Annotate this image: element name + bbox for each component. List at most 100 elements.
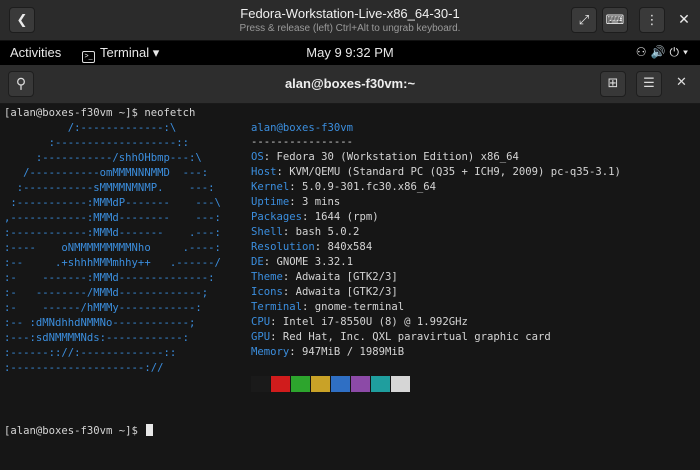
terminal-close-button[interactable]: ✕ [676, 75, 687, 90]
app-menu-label: Terminal ▾ [100, 45, 160, 60]
logo-line: :- ------/hMMMy------------: [4, 302, 202, 314]
info-value: 840x584 [327, 241, 373, 253]
hamburger-icon: ☰ [643, 76, 655, 91]
logo-line: :---------------------:// [4, 362, 164, 374]
logo-line: :-----------/shhOHbmp---:\ [4, 152, 202, 164]
info-row: Resolution: 840x584 [251, 241, 373, 253]
info-row: Uptime: 3 mins [251, 196, 341, 208]
info-key: DE [251, 256, 264, 268]
prompt: [alan@boxes-f30vm ~]$ [4, 107, 145, 119]
info-key: GPU [251, 331, 271, 343]
info-row: Shell: bash 5.0.2 [251, 226, 360, 238]
info-value: 1644 (rpm) [314, 211, 379, 223]
clock[interactable]: May 9 9:32 PM [306, 45, 393, 60]
info-row: Kernel: 5.0.9-301.fc30.x86_64 [251, 181, 436, 193]
info-key: Terminal [251, 301, 303, 313]
system-tray[interactable]: ⚇🔊⏻▾ [636, 45, 692, 60]
terminal-output[interactable]: [alan@boxes-f30vm ~]$ neofetch /:-------… [0, 104, 700, 470]
info-row: Theme: Adwaita [GTK2/3] [251, 271, 398, 283]
info-value: KVM/QEMU (Standard PC (Q35 + ICH9, 2009)… [289, 166, 621, 178]
prompt-line-2: [alan@boxes-f30vm ~]$ [4, 424, 154, 438]
ungrab-hint: Press & release (left) Ctrl+Alt to ungra… [239, 23, 461, 34]
logo-line: :---- oNMMMMMMMMMNho .----: [4, 242, 221, 254]
prompt-2: [alan@boxes-f30vm ~]$ [4, 425, 145, 437]
chevron-down-icon: ▾ [682, 45, 692, 59]
info-key: Host [251, 166, 277, 178]
hamburger-menu-button[interactable]: ☰ [636, 71, 662, 97]
kebab-menu-icon: ⋮ [645, 13, 659, 28]
info-row: Host: KVM/QEMU (Standard PC (Q35 + ICH9,… [251, 166, 621, 178]
logo-line: :-----------sMMMMNMNMP. ---: [4, 182, 215, 194]
info-row: Terminal: gnome-terminal [251, 301, 405, 313]
info-value: 5.0.9-301.fc30.x86_64 [302, 181, 436, 193]
info-value: bash 5.0.2 [295, 226, 360, 238]
info-key: OS [251, 151, 264, 163]
network-icon: ⚇ [635, 45, 651, 59]
search-button[interactable]: ⚲ [8, 71, 34, 97]
terminal-icon: >_ [82, 51, 95, 63]
logo-line: :-------------------:: [4, 137, 189, 149]
info-key: Shell [251, 226, 283, 238]
prompt-line: [alan@boxes-f30vm ~]$ neofetch [4, 106, 195, 120]
terminal-title: alan@boxes-f30vm:~ [284, 76, 416, 91]
info-key: CPU [251, 316, 271, 328]
logo-line: :- --------/MMMd-------------; [4, 287, 209, 299]
info-key: Resolution [251, 241, 315, 253]
keyboard-icon: ⌨ [605, 13, 625, 28]
info-key: Theme [251, 271, 283, 283]
volume-icon: 🔊 [650, 45, 670, 59]
new-tab-button[interactable]: ⊞ [600, 71, 626, 97]
info-value: Adwaita [GTK2/3] [295, 286, 398, 298]
palette-swatch [391, 376, 410, 392]
back-button[interactable]: ❮ [9, 7, 35, 33]
fullscreen-button[interactable]: ⤢ [571, 7, 597, 33]
logo-line: :- -------:MMMd--------------: [4, 272, 215, 284]
info-key: Kernel [251, 181, 290, 193]
info-row: Memory: 947MiB / 1989MiB [251, 346, 405, 358]
palette-swatch [351, 376, 370, 392]
vm-menu-button[interactable]: ⋮ [639, 7, 665, 33]
info-value: Fedora 30 (Workstation Edition) x86_64 [276, 151, 519, 163]
logo-line: :-----------:MMMdP------- ---\ [4, 197, 221, 209]
logo-line: :------:://:-------------:: [4, 347, 177, 359]
palette-swatch [331, 376, 350, 392]
info-row: DE: GNOME 3.32.1 [251, 256, 354, 268]
logo-line: ,------------:MMMd-------- ---: [4, 212, 221, 224]
logo-line: :-- .+shhhMMMmhhy++ .------/ [4, 257, 221, 269]
info-value: Intel i7-8550U (8) @ 1.992GHz [282, 316, 468, 328]
info-row: GPU: Red Hat, Inc. QXL paravirtual graph… [251, 331, 551, 343]
close-window-button[interactable]: ✕ [675, 7, 693, 33]
app-menu[interactable]: >_ Terminal ▾ [82, 45, 159, 63]
info-value: 3 mins [302, 196, 341, 208]
activities-button[interactable]: Activities [10, 45, 61, 60]
info-key: Packages [251, 211, 303, 223]
new-tab-icon: ⊞ [607, 76, 619, 91]
logo-line: /:-------------:\ [4, 122, 177, 134]
palette-swatch [251, 376, 270, 392]
keyboard-button[interactable]: ⌨ [602, 7, 628, 33]
vm-title: Fedora-Workstation-Live-x86_64-30-1 [240, 6, 460, 21]
palette-swatch [371, 376, 390, 392]
close-icon: ✕ [676, 75, 687, 90]
info-value: 947MiB / 1989MiB [302, 346, 405, 358]
info-value: Adwaita [GTK2/3] [295, 271, 398, 283]
info-value: GNOME 3.32.1 [276, 256, 354, 268]
info-value: gnome-terminal [314, 301, 405, 313]
info-row: Icons: Adwaita [GTK2/3] [251, 286, 398, 298]
user-host: alan@boxes-f30vm [251, 122, 354, 134]
palette-swatch [271, 376, 290, 392]
logo-line: /-----------omMMMNNNMMD ---: [4, 167, 209, 179]
palette-swatch [291, 376, 310, 392]
search-icon: ⚲ [15, 76, 27, 92]
fullscreen-icon: ⤢ [578, 13, 590, 28]
info-row: CPU: Intel i7-8550U (8) @ 1.992GHz [251, 316, 468, 328]
info-key: Memory [251, 346, 290, 358]
boxes-header-bar: ❮ Fedora-Workstation-Live-x86_64-30-1 Pr… [0, 0, 700, 41]
power-icon: ⏻ [669, 45, 683, 59]
info-row: OS: Fedora 30 (Workstation Edition) x86_… [251, 151, 519, 163]
chevron-left-icon: ❮ [16, 13, 28, 28]
info-row: Packages: 1644 (rpm) [251, 211, 379, 223]
close-icon: ✕ [678, 12, 690, 28]
text-cursor [146, 424, 154, 436]
logo-line: :---:sdNMMMMNds:------------: [4, 332, 189, 344]
